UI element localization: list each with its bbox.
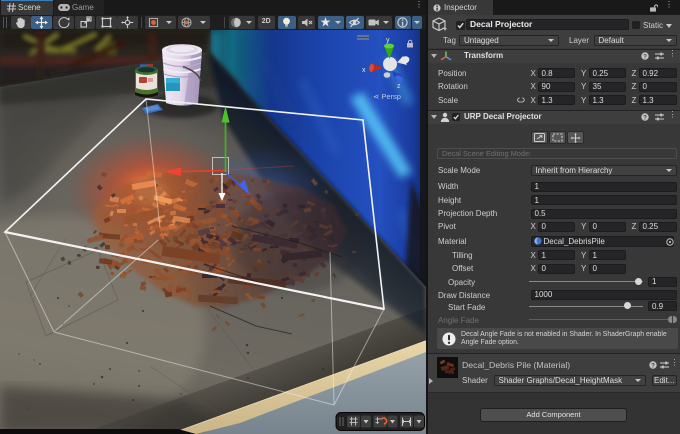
svg-text:y: y [386,37,390,44]
svg-text:?: ? [643,114,647,121]
svg-text:?: ? [643,53,647,60]
svg-text:z: z [397,83,401,90]
svg-text:⋖ Persp: ⋖ Persp [373,92,401,101]
svg-text:?: ? [651,362,655,369]
svg-text:x: x [362,67,366,74]
